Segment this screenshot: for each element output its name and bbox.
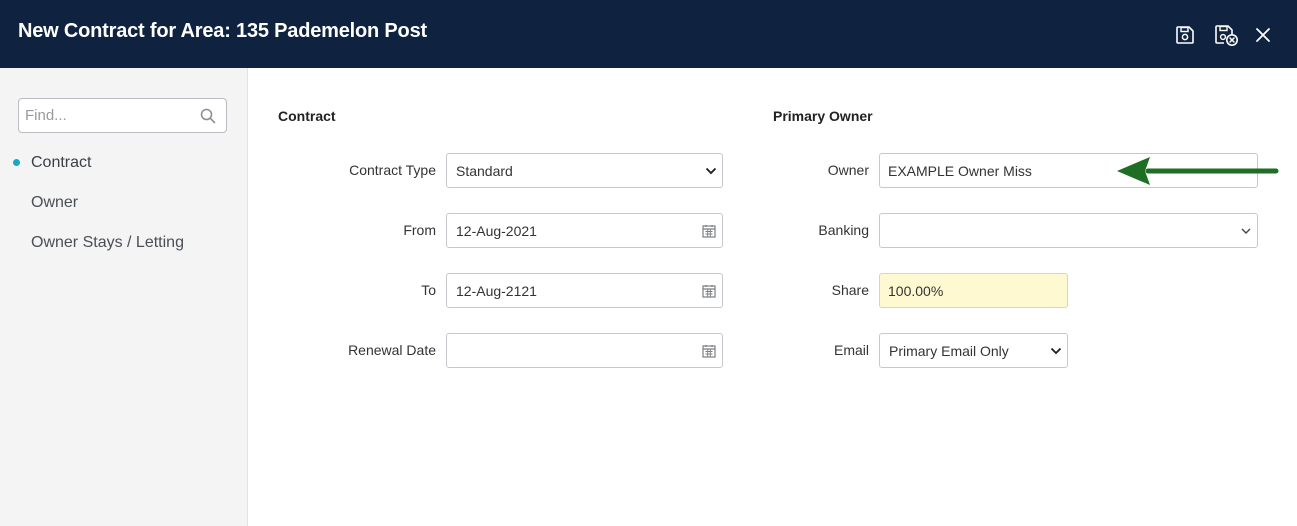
close-button[interactable] [1250, 22, 1276, 48]
contract-type-select[interactable]: Standard [446, 153, 723, 188]
from-date-value: 12-Aug-2021 [456, 223, 537, 239]
dialog-header: New Contract for Area: 135 Pademelon Pos… [0, 0, 1297, 68]
annotation-arrow-icon [1117, 157, 1279, 185]
sidebar-item-owner-stays-letting[interactable]: Owner Stays / Letting [31, 234, 184, 252]
renewal-date-field[interactable] [446, 333, 723, 368]
contract-type-value: Standard [456, 163, 513, 179]
calendar-icon[interactable] [702, 284, 716, 298]
chevron-down-icon [1241, 228, 1251, 234]
to-date-value: 12-Aug-2121 [456, 283, 537, 299]
save-and-close-button[interactable] [1212, 22, 1242, 48]
to-date-field[interactable]: 12-Aug-2121 [446, 273, 723, 308]
primary-owner-section-title: Primary Owner [773, 108, 873, 124]
close-icon [1256, 28, 1270, 42]
active-indicator-dot [13, 159, 20, 166]
share-field[interactable]: 100.00% [879, 273, 1068, 308]
share-label: Share [831, 282, 869, 298]
contract-section-title: Contract [278, 108, 336, 124]
to-label: To [421, 282, 436, 298]
renewal-date-label: Renewal Date [348, 342, 436, 358]
chevron-down-icon [1050, 347, 1062, 355]
calendar-icon[interactable] [702, 224, 716, 238]
find-input[interactable] [19, 99, 197, 132]
email-value: Primary Email Only [889, 343, 1009, 359]
save-icon [1176, 26, 1194, 44]
sidebar-item-owner[interactable]: Owner [31, 194, 78, 212]
email-label: Email [833, 342, 869, 358]
save-close-icon [1215, 25, 1238, 46]
from-date-field[interactable]: 12-Aug-2021 [446, 213, 723, 248]
email-select[interactable]: Primary Email Only [879, 333, 1068, 368]
owner-label: Owner [827, 162, 869, 178]
contract-type-label: Contract Type [349, 162, 436, 178]
chevron-down-icon [705, 167, 717, 175]
owner-value: EXAMPLE Owner Miss [888, 163, 1032, 179]
save-button[interactable] [1172, 22, 1198, 48]
banking-select[interactable] [879, 213, 1258, 248]
sidebar: Contract Owner Owner Stays / Letting [0, 68, 248, 526]
sidebar-item-contract[interactable]: Contract [31, 154, 91, 172]
dialog-title: New Contract for Area: 135 Pademelon Pos… [18, 20, 427, 42]
from-label: From [403, 222, 436, 238]
search-icon[interactable] [200, 108, 216, 124]
share-value: 100.00% [888, 283, 944, 299]
banking-label: Banking [818, 222, 869, 238]
find-box [18, 98, 227, 133]
calendar-icon[interactable] [702, 344, 716, 358]
